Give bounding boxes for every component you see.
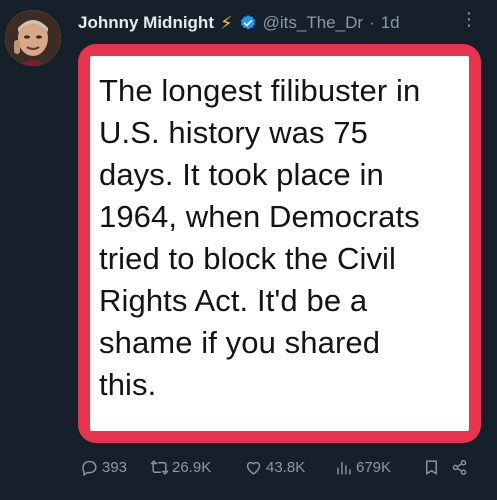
views-count: 679K (356, 458, 392, 476)
more-options-icon[interactable]: ⋮ (460, 9, 479, 30)
bookmark-icon (426, 459, 437, 475)
post-timestamp[interactable]: 1d (381, 11, 400, 35)
bookmark-button[interactable] (422, 458, 450, 477)
repost-icon (150, 459, 169, 475)
avatar-photo-icon (5, 10, 61, 66)
reply-count: 393 (102, 458, 128, 476)
like-count: 43.8K (266, 458, 306, 476)
verified-badge-icon (240, 15, 255, 30)
post-image-card: The longest filibuster in U.S. history w… (90, 56, 469, 431)
lightning-bolt-icon: ⚡ (219, 13, 233, 33)
author-handle[interactable]: @its_The_Dr (263, 11, 363, 35)
heart-icon (246, 461, 261, 475)
post-image-text: The longest filibuster in U.S. history w… (99, 73, 421, 402)
like-button[interactable]: 43.8K (244, 458, 334, 477)
post-header: Johnny Midnight ⚡ @its_The_Dr · 1d (78, 11, 487, 35)
post-actions: 393 26.9K 43.8K 679K (80, 456, 485, 478)
author-name[interactable]: Johnny Midnight (78, 11, 214, 35)
author-avatar[interactable] (5, 10, 61, 66)
post-image[interactable]: The longest filibuster in U.S. history w… (78, 44, 481, 443)
repost-button[interactable]: 26.9K (150, 458, 244, 477)
share-button[interactable] (450, 458, 476, 477)
share-icon (452, 459, 467, 475)
reply-icon (82, 460, 97, 476)
reply-button[interactable]: 393 (80, 458, 146, 477)
repost-count: 26.9K (172, 458, 212, 476)
views-button[interactable]: 679K (334, 458, 422, 477)
analytics-bars-icon (337, 461, 351, 475)
separator-dot: · (369, 13, 375, 32)
